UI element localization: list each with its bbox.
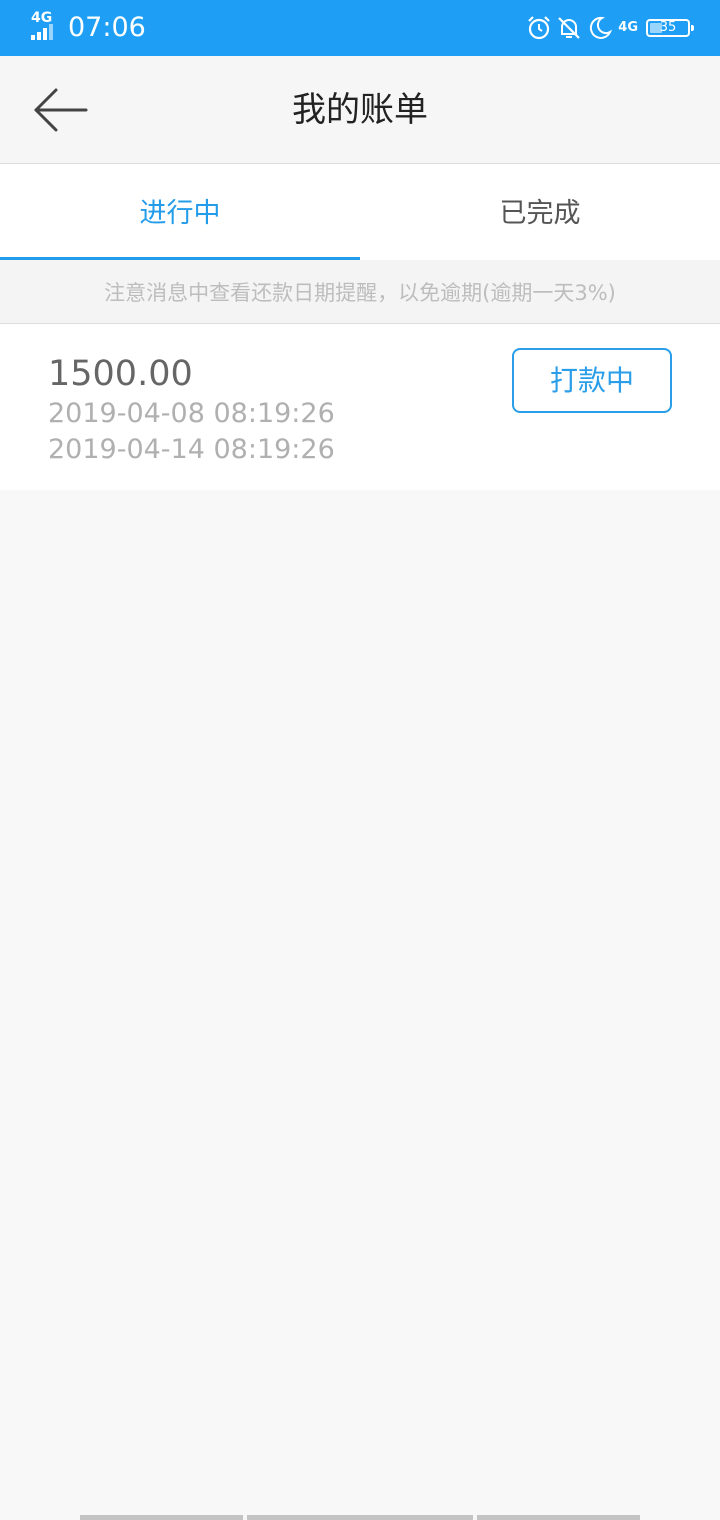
page-title: 我的账单 <box>292 90 428 130</box>
battery-level: 35 <box>659 20 677 35</box>
repayment-notice: 注意消息中查看还款日期提醒，以免逾期(逾期一天3%) <box>0 260 720 324</box>
alarm-icon <box>528 16 551 40</box>
bill-status-button[interactable]: 打款中 <box>512 348 672 413</box>
app-header: 我的账单 <box>0 56 720 164</box>
tab-bar: 进行中 已完成 <box>0 164 720 260</box>
bill-start-date: 2019-04-08 08:19:26 <box>48 398 335 429</box>
tab-completed[interactable]: 已完成 <box>360 164 720 260</box>
bill-amount: 1500.00 <box>48 354 193 394</box>
cellular-signal-icon: 4G <box>30 10 64 44</box>
bill-end-date: 2019-04-14 08:19:26 <box>48 434 335 465</box>
do-not-disturb-moon-icon <box>590 16 613 39</box>
notification-off-icon <box>558 17 581 39</box>
network-type-right-label: 4G <box>618 20 638 35</box>
tab-in-progress[interactable]: 进行中 <box>0 164 360 260</box>
gesture-bar-right[interactable] <box>477 1515 640 1520</box>
status-time: 07:06 <box>68 12 146 43</box>
battery-icon: 35 <box>646 19 694 37</box>
gesture-bar-center[interactable] <box>247 1515 473 1520</box>
status-bar: 4G 07:06 4G 35 <box>0 0 720 56</box>
gesture-bar-left[interactable] <box>80 1515 243 1520</box>
bill-list-item[interactable]: 1500.00 2019-04-08 08:19:26 2019-04-14 0… <box>0 324 720 490</box>
